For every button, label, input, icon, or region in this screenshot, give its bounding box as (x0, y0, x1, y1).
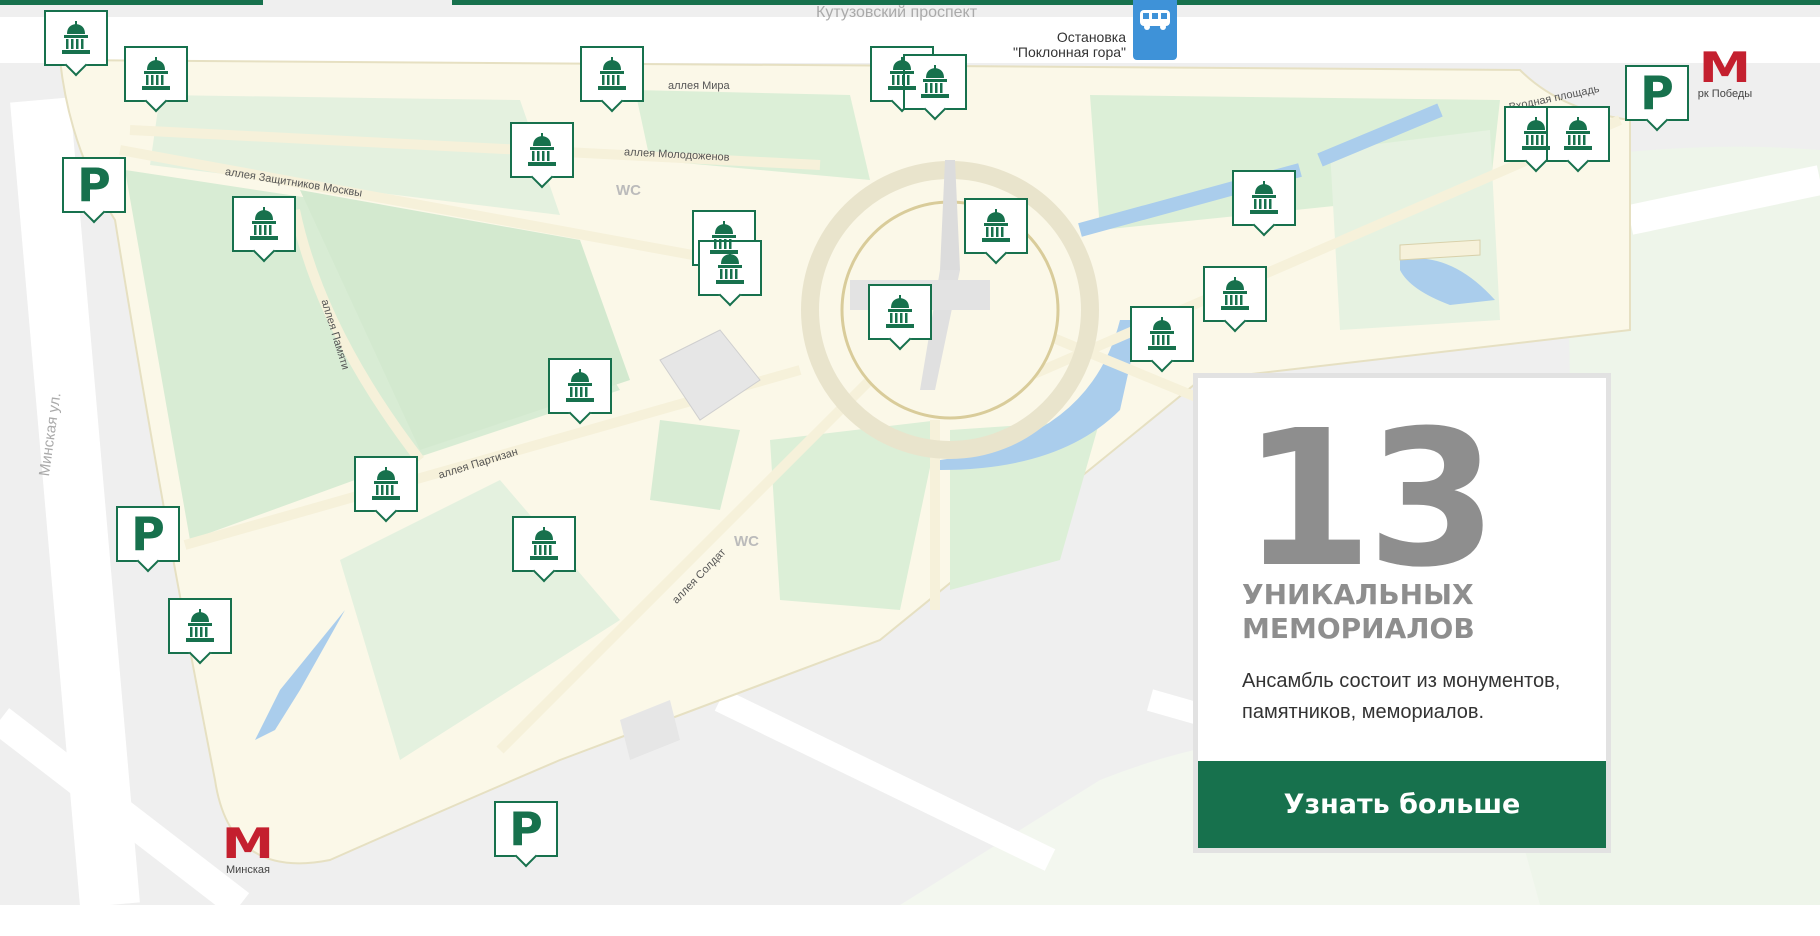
bus-stop-label-line2: "Поклонная гора" (1012, 44, 1126, 60)
card-heading: УНИКАЛЬНЫХ МЕМОРИАЛОВ (1242, 578, 1572, 646)
memorial-marker[interactable] (1130, 306, 1194, 362)
bus-stop-label-line1: Остановка (1056, 29, 1126, 45)
museum-icon (1148, 317, 1176, 350)
museum-icon (186, 609, 214, 642)
museum-icon (886, 295, 914, 328)
museum-icon (1522, 117, 1550, 150)
museum-icon (566, 369, 594, 402)
museum-icon (62, 21, 90, 54)
memorial-marker[interactable] (354, 456, 418, 512)
card-heading-line2: МЕМОРИАЛОВ (1242, 612, 1475, 645)
memorial-marker[interactable] (1203, 266, 1267, 322)
parking-marker[interactable]: P (494, 801, 558, 857)
museum-icon (888, 57, 916, 90)
alley-label-mira: аллея Мира (668, 80, 730, 92)
museum-icon (528, 133, 556, 166)
museum-icon (372, 467, 400, 500)
memorial-marker[interactable] (168, 598, 232, 654)
museum-icon (710, 221, 738, 254)
metro-icon: М (1698, 43, 1752, 92)
card-description: Ансамбль состоит из монументов, памятник… (1242, 670, 1561, 723)
bus-stop-marker[interactable] (1133, 0, 1177, 60)
memorial-marker[interactable] (548, 358, 612, 414)
wc-label: WC (734, 533, 759, 550)
memorial-marker[interactable] (868, 284, 932, 340)
memorials-info-card: 13 УНИКАЛЬНЫХ МЕМОРИАЛОВ Ансамбль состои… (1193, 373, 1611, 853)
museum-icon (142, 57, 170, 90)
metro-station-minskaya[interactable]: М Минская (218, 819, 278, 877)
museum-icon (921, 65, 949, 98)
museum-icon (1221, 277, 1249, 310)
memorial-marker[interactable] (512, 516, 576, 572)
learn-more-button[interactable]: Узнать больше (1198, 761, 1606, 848)
metro-station-park-pobedy[interactable]: М рк Победы (1690, 43, 1760, 101)
memorial-marker[interactable] (232, 196, 296, 252)
memorial-marker[interactable] (44, 10, 108, 66)
memorial-marker[interactable] (1232, 170, 1296, 226)
museum-icon (716, 251, 744, 284)
metro-icon: М (221, 819, 275, 868)
card-heading-line1: УНИКАЛЬНЫХ (1242, 578, 1474, 611)
parking-marker[interactable]: P (116, 506, 180, 562)
museum-icon (982, 209, 1010, 242)
memorial-marker[interactable] (510, 122, 574, 178)
parking-icon: P (509, 802, 543, 856)
memorials-count: 13 (1242, 390, 1498, 609)
top-bar-left (0, 0, 263, 5)
museum-icon (250, 207, 278, 240)
memorial-marker[interactable] (124, 46, 188, 102)
memorial-marker[interactable] (580, 46, 644, 102)
bus-stop-label: Остановка "Поклонная гора" (1000, 30, 1126, 60)
wc-label: WC (616, 182, 641, 199)
parking-icon: P (1640, 66, 1674, 120)
museum-icon (1250, 181, 1278, 214)
memorial-marker[interactable] (1546, 106, 1610, 162)
parking-icon: P (77, 158, 111, 212)
parking-marker[interactable]: P (62, 157, 126, 213)
street-label-kutuzovsky: Кутузовский проспект (816, 4, 978, 21)
bus-icon (1140, 10, 1170, 30)
park-map[interactable]: Кутузовский проспект Минская ул. аллея М… (0, 0, 1820, 905)
museum-icon (598, 57, 626, 90)
memorial-marker[interactable] (964, 198, 1028, 254)
parking-marker[interactable]: P (1625, 65, 1689, 121)
parking-icon: P (131, 507, 165, 561)
museum-icon (530, 527, 558, 560)
page: Кутузовский проспект Минская ул. аллея М… (0, 0, 1820, 936)
museum-icon (1564, 117, 1592, 150)
